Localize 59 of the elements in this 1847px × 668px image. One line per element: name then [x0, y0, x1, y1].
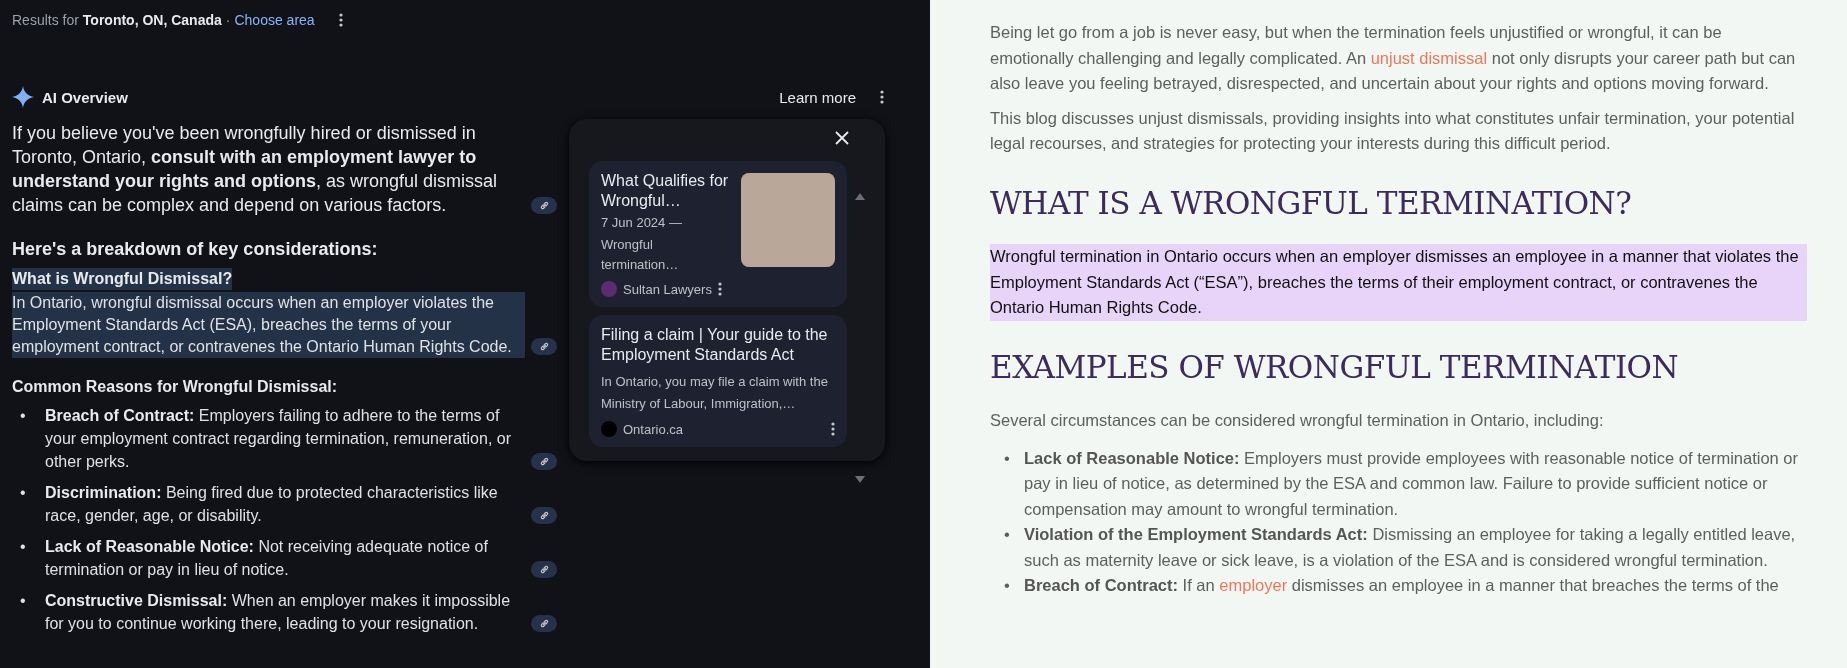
definition-text: In Ontario, wrongful dismissal occurs when an employer violates the Employment Standards Act (ESA), breaches the terms of your employment contract, or contravenes the Ontario Human Rights Code.	[12, 292, 525, 358]
link-button[interactable]	[531, 338, 557, 355]
link-button[interactable]	[531, 453, 557, 470]
article-heading: WHAT IS A WRONGFUL TERMINATION?	[990, 190, 1633, 216]
source-card[interactable]: What Qualifies for Wrongful… 7 Jun 2024 — Wrongful termination… Sultan Lawyers	[589, 161, 847, 307]
location-label: Results for Toronto, ON, Canada	[12, 12, 222, 28]
source-snippet: In Ontario, you may file a claim with the Ministry of Labour, Immigration,…	[601, 373, 829, 413]
link-icon	[538, 456, 550, 467]
article-paragraph: Wrongful termination in Ontario occurs when an employer dismisses an employee in a manner that violates the Employment Standards Act (“ESA”), breaches the terms of their employment contract, or contravenes the Ontario Human Rights Code.	[990, 244, 1807, 321]
source-title: Filing a claim | Your guide to the Employment Standards Act	[601, 325, 829, 365]
more-options-icon[interactable]	[831, 422, 835, 436]
source-site: Sultan Lawyers	[623, 281, 712, 297]
bullet: •	[20, 406, 27, 426]
link-icon	[538, 618, 550, 629]
article-paragraph: Being let go from a job is never easy, but when the termination feels unjustified or wrongful, it can be emotionally challenging and legally complicated. An unjust dismissal not only disrupts your career path but can also leave you feeling betrayed, disrespected, and uncertain about your rights and options moving forward.	[990, 23, 1796, 92]
more-options-icon[interactable]	[717, 282, 722, 296]
reason-text: Constructive Dismissal: When an employer makes it impossible for you to continue working there, leading to your resignation.	[45, 591, 512, 634]
source-snippet: Wrongful termination…	[601, 236, 680, 274]
bullet: •	[20, 591, 27, 611]
bullet: •	[1004, 575, 1010, 596]
more-options-icon[interactable]	[880, 90, 884, 104]
choose-area-link[interactable]: Choose area	[234, 12, 315, 28]
link-button[interactable]	[531, 197, 557, 214]
bullet: •	[1004, 524, 1010, 545]
list-item-text: Violation of the Employment Standards Act: Dismissing an employee for taking a legally entitled leave, such as maternity leave or sick leave, is a violation of the ESA and is considered wrongful termination.	[1024, 525, 1796, 569]
close-icon[interactable]	[835, 131, 849, 145]
breakdown-heading: Here's a breakdown of key considerations:	[12, 239, 379, 260]
ai-overview-title: AI Overview	[42, 88, 128, 106]
reason-text: Breach of Contract: Employers failing to adhere to the terms of your employment contract regarding termination, remuneration, or other perks.	[45, 406, 512, 472]
source-title: What Qualifies for Wrongful…	[601, 171, 730, 211]
bullet: •	[20, 537, 27, 557]
scroll-up-icon[interactable]	[855, 193, 865, 200]
list-item-text: Breach of Contract: If an employer dismisses an employee in a manner that breaches the terms of the	[1024, 576, 1779, 594]
list-item-text: Lack of Reasonable Notice: Employers must provide employees with reasonable notice of termination or pay in lieu of notice, as determined by the ESA and common law. Failure to provide sufficient notice or compensation may amount to wrongful termination.	[1024, 448, 1798, 518]
link-icon	[538, 341, 550, 352]
link-icon	[538, 510, 550, 521]
bullet: •	[20, 483, 27, 503]
link-button[interactable]	[531, 615, 557, 632]
link-icon	[538, 200, 550, 211]
learn-more-link[interactable]: Learn more	[779, 88, 856, 106]
link-icon	[538, 564, 550, 575]
article-paragraph: This blog discusses unjust dismissals, providing insights into what constitutes unfair termination, your potential legal recourses, and strategies for protecting your interests during this difficult period.	[990, 108, 1795, 152]
source-card[interactable]: Filing a claim | Your guide to the Employment Standards Act In Ontario, you may file a claim with the Ministry of Labour, Immigration,… Ontario.ca	[589, 315, 847, 447]
more-options-icon[interactable]	[338, 13, 343, 27]
reason-text: Lack of Reasonable Notice: Not receiving adequate notice of termination or pay in lieu of notice.	[45, 537, 489, 580]
link-button[interactable]	[531, 507, 557, 524]
source-site: Ontario.ca	[623, 421, 683, 437]
bullet: •	[1004, 447, 1010, 469]
link-button[interactable]	[531, 561, 557, 578]
sparkle-icon	[12, 86, 34, 108]
article-paragraph: Several circumstances can be considered wrongful termination in Ontario, including:	[990, 411, 1604, 429]
separator-dot: ·	[225, 12, 231, 28]
scroll-down-icon[interactable]	[855, 476, 865, 483]
section-heading: What is Wrongful Dismissal?	[12, 268, 233, 290]
source-date: 7 Jun 2024 —	[601, 214, 683, 232]
summary-text: If you believe you've been wrongfully hired or dismissed in Toronto, Ontario, consult with an employment lawyer to understand your rights and options, as wrongful dismissal claims can be complex and depend on various factors.	[12, 122, 499, 217]
section-heading: Common Reasons for Wrongful Dismissal:	[12, 378, 339, 396]
article-heading: EXAMPLES OF WRONGFUL TERMINATION	[990, 354, 1680, 380]
reason-text: Discrimination: Being fired due to protected characteristics like race, gender, age, or disability.	[45, 483, 499, 526]
